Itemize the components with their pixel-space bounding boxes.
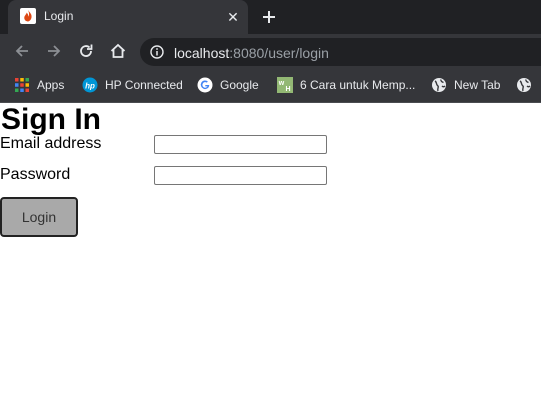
bookmark-label: New Tab [454, 78, 501, 92]
login-button[interactable]: Login [0, 197, 78, 237]
globe-icon [431, 77, 447, 93]
svg-text:hp: hp [85, 82, 95, 91]
reload-icon[interactable] [77, 42, 95, 60]
email-field[interactable] [154, 135, 327, 154]
bookmarks-bar: Apps hp HP Connected Google w H 6 Cara u… [0, 68, 541, 103]
forward-arrow-icon[interactable] [45, 42, 63, 60]
url-text: localhost:8080/user/login [174, 45, 329, 61]
browser-toolbar: localhost:8080/user/login [0, 34, 541, 68]
info-icon[interactable] [150, 45, 164, 59]
new-tab-icon[interactable] [258, 7, 280, 27]
tab-strip: Login ✕ [0, 0, 541, 34]
svg-text:w: w [278, 80, 285, 87]
codeigniter-flame-icon [20, 8, 36, 24]
close-tab-icon[interactable]: ✕ [224, 8, 242, 26]
page-title: Sign In [1, 103, 101, 136]
url-host: localhost [174, 45, 230, 61]
globe-icon [516, 77, 532, 93]
apps-grid-icon [14, 77, 30, 93]
password-field[interactable] [154, 166, 327, 185]
address-bar[interactable]: localhost:8080/user/login [140, 38, 541, 66]
bookmark-label: 6 Cara untuk Memp... [300, 78, 416, 92]
bookmark-label: Google [220, 78, 259, 92]
home-icon[interactable] [109, 42, 127, 60]
back-arrow-icon[interactable] [13, 42, 31, 60]
google-g-icon [197, 77, 213, 93]
bookmark-label: Apps [37, 78, 65, 92]
password-label: Password [0, 166, 71, 183]
email-label: Email address [0, 135, 102, 152]
tab-title: Login [44, 9, 74, 23]
svg-text:H: H [285, 86, 290, 93]
tab-login[interactable]: Login ✕ [8, 0, 248, 34]
bookmark-label: HP Connected [105, 78, 183, 92]
page-content: Sign In Email address Password Login [0, 103, 541, 407]
url-path: :8080/user/login [229, 45, 329, 61]
wikihow-icon: w H [277, 77, 293, 93]
hp-logo-icon: hp [82, 77, 98, 93]
